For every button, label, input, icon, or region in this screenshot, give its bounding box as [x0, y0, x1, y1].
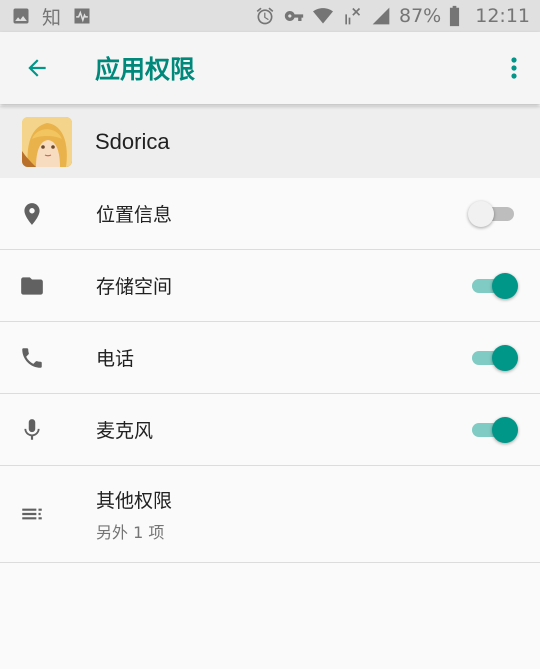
toggle-thumb [492, 344, 518, 371]
battery-percent: 87% [399, 5, 442, 27]
permission-row-phone[interactable]: 电话 [0, 322, 540, 394]
clock: 12:11 [475, 5, 530, 27]
image-icon [10, 5, 32, 27]
pulse-icon [71, 5, 93, 27]
location-toggle[interactable] [468, 200, 514, 227]
phone-toggle[interactable] [472, 344, 518, 371]
folder-icon [18, 272, 46, 300]
permission-row-microphone[interactable]: 麦克风 [0, 394, 540, 466]
other-permissions-row[interactable]: 其他权限 另外 1 项 [0, 466, 540, 563]
no-signal-icon [341, 5, 363, 27]
app-icon [22, 117, 72, 167]
app-name: Sdorica [95, 129, 170, 154]
permission-list: 位置信息 存储空间 电话 麦克风 其他权限 另外 1 项 [0, 178, 540, 563]
more-vert-icon [511, 57, 517, 79]
status-bar: 知 87% 12:11 [0, 0, 540, 32]
app-bar: 应用权限 [0, 32, 540, 104]
more-options-button[interactable] [502, 48, 526, 88]
app-header: Sdorica [0, 106, 540, 178]
other-permissions-label: 其他权限 [96, 489, 173, 512]
toggle-thumb [468, 200, 494, 227]
toggle-thumb [492, 272, 518, 299]
arrow-back-icon [28, 59, 46, 77]
permission-row-storage[interactable]: 存储空间 [0, 250, 540, 322]
permission-label: 电话 [96, 348, 135, 370]
cell-signal-icon [370, 5, 392, 27]
storage-toggle[interactable] [472, 272, 518, 299]
microphone-icon [18, 416, 46, 444]
page-title: 应用权限 [95, 55, 196, 84]
vpn-key-icon [283, 5, 305, 27]
location-icon [18, 200, 46, 228]
list-icon [18, 500, 46, 528]
permission-label: 麦克风 [96, 420, 154, 442]
battery-icon [448, 5, 460, 27]
wifi-icon [312, 5, 334, 27]
permission-row-location[interactable]: 位置信息 [0, 178, 540, 250]
other-permissions-subtitle: 另外 1 项 [96, 522, 165, 542]
zhihu-icon: 知 [42, 6, 62, 29]
back-button[interactable] [17, 48, 57, 88]
toggle-thumb [492, 416, 518, 443]
permission-label: 位置信息 [96, 204, 173, 226]
phone-icon [18, 344, 46, 372]
alarm-icon [254, 5, 276, 27]
permission-label: 存储空间 [96, 276, 173, 298]
microphone-toggle[interactable] [472, 416, 518, 443]
